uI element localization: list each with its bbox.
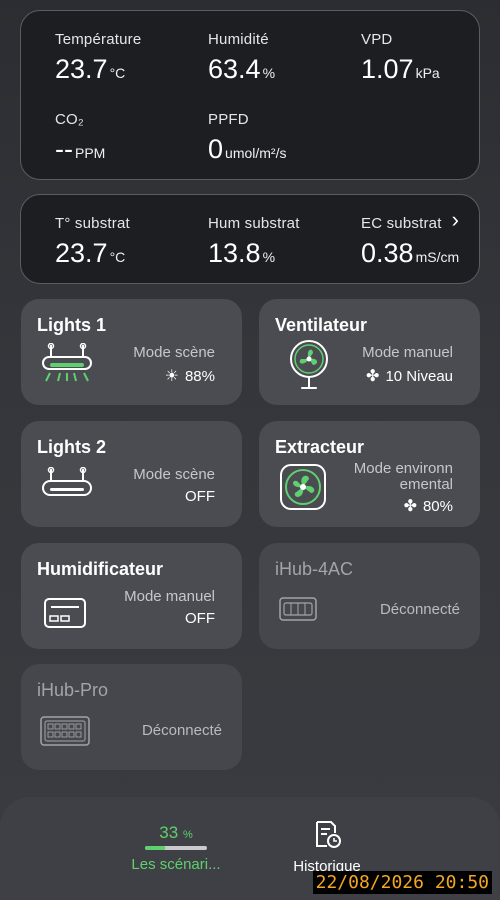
humidifier-icon bbox=[43, 597, 87, 634]
device-card-lights1[interactable]: Lights 1 Mode scène ☀ 88% bbox=[21, 299, 242, 405]
nav-history[interactable]: Historique bbox=[282, 819, 372, 875]
device-status-value: Déconnecté bbox=[141, 722, 222, 739]
device-status-value: 10 Niveau bbox=[385, 368, 453, 385]
metric-unit: mS/cm bbox=[415, 249, 460, 265]
metric-value: 23.7 bbox=[55, 54, 108, 84]
metric-value: -- bbox=[55, 134, 73, 164]
substrate-panel[interactable]: T° substrat 23.7 °C Hum substrat 13.8% EC… bbox=[20, 194, 480, 284]
nav-scenes-label: Les scénari... bbox=[131, 856, 221, 873]
device-mode-line1: Mode environn bbox=[353, 460, 453, 477]
device-mode: Mode scène bbox=[133, 466, 215, 483]
metric-label: Hum substrat bbox=[208, 215, 300, 232]
device-card-ihub-pro[interactable]: iHub-Pro Déconnecté bbox=[21, 664, 242, 770]
standing-fan-icon bbox=[285, 339, 333, 396]
metric-label: EC substrat bbox=[361, 215, 442, 232]
chevron-right-icon[interactable]: › bbox=[452, 207, 459, 233]
device-status: ☀ 88% bbox=[165, 366, 215, 386]
metric-label: VPD bbox=[361, 31, 393, 48]
device-title: Ventilateur bbox=[275, 315, 368, 335]
metric-label: Humidité bbox=[208, 31, 269, 48]
environment-panel: Température 23.7 °C Humidité 63.4% VPD 1.… bbox=[20, 10, 480, 180]
device-status-value: 80% bbox=[422, 498, 453, 515]
metric-unit: umol/m²/s bbox=[225, 145, 287, 161]
fan-icon: ✤ bbox=[366, 368, 380, 385]
scenes-progress-fill bbox=[145, 846, 166, 850]
device-title: Extracteur bbox=[275, 437, 365, 457]
device-card-extracteur[interactable]: Extracteur Mode environn emental ✤ 80% bbox=[259, 421, 480, 527]
bottom-nav: 33 % Les scénari... Historique 22/08/202… bbox=[0, 797, 500, 900]
device-title: Humidificateur bbox=[37, 559, 164, 579]
metric-unit: % bbox=[262, 65, 276, 81]
substrate-humidity-metric: Hum substrat 13.8% bbox=[208, 215, 300, 269]
controller-pro-icon bbox=[40, 716, 90, 751]
metric-value: 0.38 bbox=[361, 238, 414, 268]
vpd-metric: VPD 1.07 kPa bbox=[361, 31, 440, 85]
device-mode: Mode scène bbox=[133, 344, 215, 361]
device-mode-line2: emental bbox=[399, 476, 453, 493]
grow-light-icon bbox=[41, 466, 93, 506]
device-mode: Mode manuel bbox=[362, 344, 453, 361]
co2-metric: CO₂ -- PPM bbox=[55, 111, 105, 165]
humidity-metric: Humidité 63.4% bbox=[208, 31, 275, 85]
device-card-ventilateur[interactable]: Ventilateur Mode manuel ✤ 10 Niveau bbox=[259, 299, 480, 405]
substrate-temperature-metric: T° substrat 23.7 °C bbox=[55, 215, 130, 269]
metric-unit: °C bbox=[109, 249, 126, 265]
grow-light-icon bbox=[41, 342, 95, 392]
device-status-value: Déconnecté bbox=[379, 601, 460, 618]
metric-value: 23.7 bbox=[55, 238, 108, 268]
device-card-ihub-4ac[interactable]: iHub-4AC Déconnecté bbox=[259, 543, 480, 649]
device-status: ✤ 10 Niveau bbox=[366, 366, 453, 386]
scenes-percent-value: 33 bbox=[159, 823, 179, 842]
device-card-humidificateur[interactable]: Humidificateur Mode manuel OFF bbox=[21, 543, 242, 649]
scenes-progress-bar bbox=[145, 846, 207, 850]
history-icon bbox=[282, 819, 372, 854]
device-status: ✤ 80% bbox=[404, 496, 453, 516]
device-card-lights2[interactable]: Lights 2 Mode scène OFF bbox=[21, 421, 242, 527]
timestamp-overlay: 22/08/2026 20:50 bbox=[312, 871, 492, 894]
metric-value: 1.07 bbox=[361, 54, 414, 84]
fan-icon: ✤ bbox=[403, 498, 417, 515]
metric-label: PPFD bbox=[208, 111, 249, 128]
metric-label: Température bbox=[55, 31, 142, 48]
device-status-value: OFF bbox=[185, 488, 215, 505]
metric-unit: °C bbox=[109, 65, 126, 81]
device-title: iHub-Pro bbox=[37, 680, 109, 700]
metric-value: 13.8 bbox=[208, 238, 261, 268]
metric-unit: PPM bbox=[74, 145, 106, 161]
metric-value: 63.4 bbox=[208, 54, 261, 84]
sun-icon: ☀ bbox=[164, 368, 179, 385]
inline-fan-icon bbox=[279, 463, 327, 516]
device-title: iHub-4AC bbox=[275, 559, 354, 579]
device-title: Lights 1 bbox=[37, 315, 107, 335]
device-status-value: OFF bbox=[185, 610, 215, 627]
metric-label: T° substrat bbox=[55, 215, 130, 232]
device-title: Lights 2 bbox=[37, 437, 107, 457]
controller-icon bbox=[279, 597, 317, 626]
nav-scenes[interactable]: 33 % Les scénari... bbox=[120, 823, 232, 873]
metric-label: CO₂ bbox=[55, 111, 84, 128]
device-status-value: 88% bbox=[184, 368, 215, 385]
scenes-percent-unit: % bbox=[182, 829, 193, 841]
ppfd-metric: PPFD 0 umol/m²/s bbox=[208, 111, 286, 165]
metric-unit: % bbox=[262, 249, 276, 265]
substrate-ec-metric: EC substrat 0.38 mS/cm bbox=[361, 215, 459, 269]
device-mode: Mode environn emental bbox=[354, 461, 453, 493]
metric-value: 0 bbox=[208, 134, 224, 164]
temperature-metric: Température 23.7 °C bbox=[55, 31, 141, 85]
device-mode: Mode manuel bbox=[124, 588, 215, 605]
metric-unit: kPa bbox=[415, 65, 440, 81]
scenes-progress-percent: 33 % bbox=[120, 823, 232, 843]
